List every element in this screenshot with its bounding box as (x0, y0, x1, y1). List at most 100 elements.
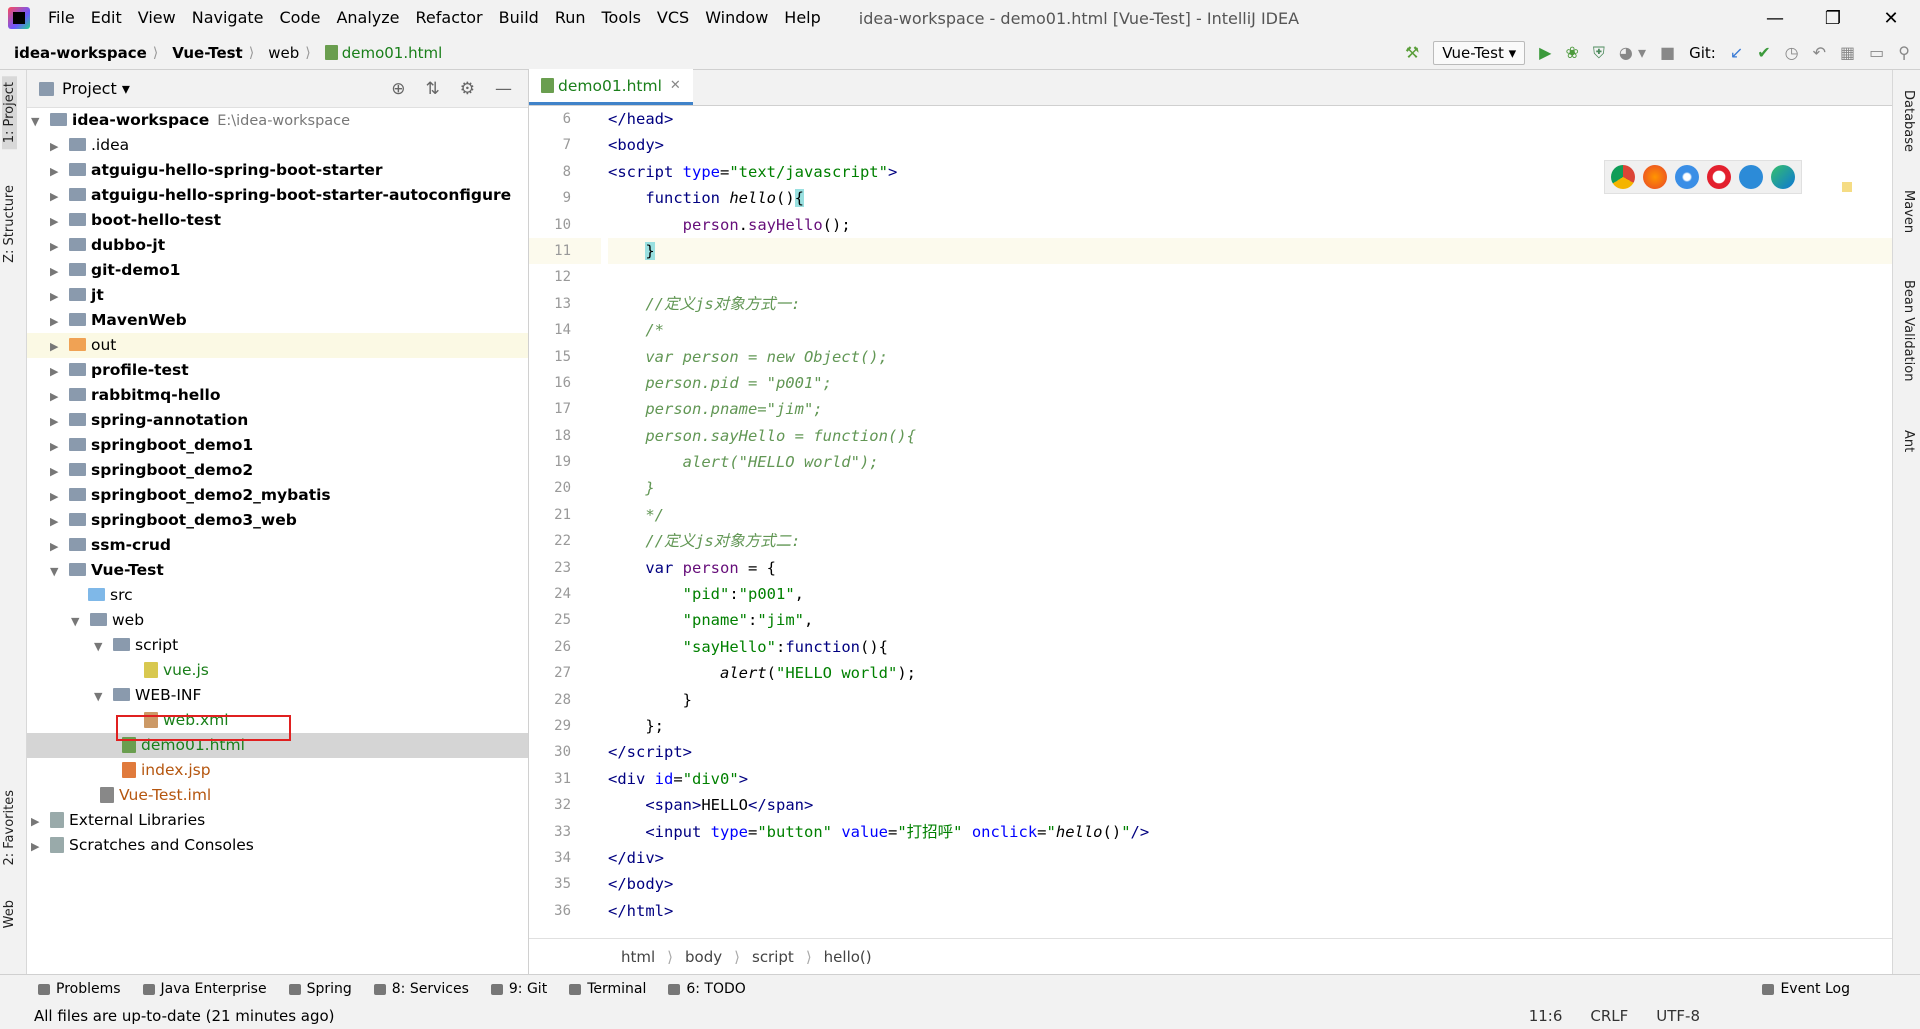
tree-item-module[interactable]: ▶ atguigu-hello-spring-boot-starter-autoc… (27, 183, 528, 208)
tree-item-out[interactable]: ▶ out (27, 333, 528, 358)
tree-item-web-inf[interactable]: ▼ WEB-INF (27, 683, 528, 708)
close-icon[interactable]: ✕ (1862, 8, 1920, 29)
git-commit-icon[interactable]: ✔ (1757, 43, 1770, 62)
stop-icon[interactable]: ■ (1660, 43, 1675, 62)
tree-item-idea[interactable]: ▶ .idea (27, 133, 528, 158)
tree-item-module[interactable]: ▶ profile-test (27, 358, 528, 383)
tree-item-iml[interactable]: Vue-Test.iml (27, 783, 528, 808)
project-view-select[interactable]: Project ▾ (62, 79, 130, 98)
tree-item-module[interactable]: ▶ MavenWeb (27, 308, 528, 333)
run-icon[interactable]: ▶ (1539, 43, 1551, 62)
git-update-icon[interactable]: ↙ (1730, 43, 1743, 62)
collapse-all-icon[interactable]: ⇅ (426, 79, 440, 99)
tree-item-module[interactable]: ▶ ssm-crud (27, 533, 528, 558)
run-config-select[interactable]: Vue-Test ▾ (1433, 40, 1526, 65)
tree-item-module[interactable]: ▶ atguigu-hello-spring-boot-starter (27, 158, 528, 183)
tree-item-vue-js[interactable]: vue.js (27, 658, 528, 683)
coverage-icon[interactable]: ⛨ (1593, 43, 1605, 63)
tab-favorites[interactable]: 2: Favorites (2, 790, 17, 866)
tree-item-module[interactable]: ▶ springboot_demo3_web (27, 508, 528, 533)
toolwindow-spring[interactable]: Spring (279, 981, 364, 997)
breadcrumb-folder[interactable]: web (254, 44, 305, 62)
breadcrumb-file[interactable]: demo01.html (311, 44, 449, 62)
editor-crumb-body[interactable]: body (673, 948, 734, 966)
toolwindow-event-log[interactable]: Event Log (1752, 981, 1920, 997)
close-tab-icon[interactable]: ✕ (670, 78, 681, 93)
edge-icon[interactable] (1771, 165, 1795, 189)
menu-view[interactable]: View (130, 0, 184, 36)
menu-analyze[interactable]: Analyze (328, 0, 407, 36)
file-encoding[interactable]: UTF-8 (1656, 1007, 1700, 1025)
tree-item-module[interactable]: ▶ springboot_demo2 (27, 458, 528, 483)
restore-icon[interactable]: ❐ (1804, 8, 1862, 29)
tree-item-module[interactable]: ▶ rabbitmq-hello (27, 383, 528, 408)
chrome-icon[interactable] (1611, 165, 1635, 189)
toolwindow-services[interactable]: 8: Services (364, 981, 481, 997)
inspection-status-icon[interactable] (1842, 182, 1852, 192)
menu-code[interactable]: Code (272, 0, 329, 36)
profile-icon[interactable]: ◕ ▾ (1619, 43, 1646, 62)
menu-window[interactable]: Window (697, 0, 776, 36)
tree-item-module[interactable]: ▶ jt (27, 283, 528, 308)
caret-position[interactable]: 11:6 (1529, 1007, 1563, 1025)
tree-item-module[interactable]: ▼ Vue-Test (27, 558, 528, 583)
editor-crumb-script[interactable]: script (740, 948, 806, 966)
menu-vcs[interactable]: VCS (649, 0, 697, 36)
line-separator[interactable]: CRLF (1590, 1007, 1628, 1025)
tab-project[interactable]: 1: Project (2, 76, 17, 150)
editor-crumb-function[interactable]: hello() (812, 948, 884, 966)
firefox-icon[interactable] (1643, 165, 1667, 189)
tree-item-module[interactable]: ▶ git-demo1 (27, 258, 528, 283)
gear-icon[interactable]: ⚙ (460, 79, 475, 99)
ie-icon[interactable] (1739, 165, 1763, 189)
project-structure-icon[interactable]: ▦ (1840, 43, 1855, 62)
tree-item-src[interactable]: src (27, 583, 528, 608)
safari-icon[interactable] (1675, 165, 1699, 189)
tree-item-module[interactable]: ▶ springboot_demo1 (27, 433, 528, 458)
opera-icon[interactable] (1707, 165, 1731, 189)
tab-ant[interactable]: Ant (1901, 430, 1916, 452)
tab-database[interactable]: Database (1901, 90, 1916, 152)
editor-crumb-html[interactable]: html (609, 948, 667, 966)
search-icon[interactable]: ⚲ (1898, 43, 1910, 62)
menu-build[interactable]: Build (491, 0, 547, 36)
hide-icon[interactable]: — (495, 79, 512, 99)
tab-bean-validation[interactable]: Bean Validation (1901, 280, 1916, 381)
menu-navigate[interactable]: Navigate (184, 0, 272, 36)
tab-structure[interactable]: Z: Structure (2, 185, 17, 263)
locate-icon[interactable]: ⊕ (391, 79, 405, 99)
toolwindow-git[interactable]: 9: Git (481, 981, 559, 997)
minimize-icon[interactable]: — (1746, 8, 1804, 29)
tree-item-module[interactable]: ▶ boot-hello-test (27, 208, 528, 233)
tree-item-external-libraries[interactable]: ▶ External Libraries (27, 808, 528, 833)
tab-web[interactable]: Web (2, 900, 17, 928)
tree-item-scratches[interactable]: ▶ Scratches and Consoles (27, 833, 528, 858)
menu-refactor[interactable]: Refactor (408, 0, 491, 36)
toolwindow-java-enterprise[interactable]: Java Enterprise (133, 981, 279, 997)
rollback-icon[interactable]: ↶ (1813, 43, 1826, 62)
editor-tab-demo01-html[interactable]: demo01.html ✕ (529, 69, 693, 105)
menu-help[interactable]: Help (776, 0, 828, 36)
menu-file[interactable]: File (40, 0, 83, 36)
git-history-icon[interactable]: ◷ (1785, 43, 1799, 62)
menu-run[interactable]: Run (547, 0, 594, 36)
menu-edit[interactable]: Edit (83, 0, 130, 36)
breadcrumb-module[interactable]: Vue-Test (158, 44, 248, 62)
status-message[interactable]: All files are up-to-date (21 minutes ago… (0, 1007, 335, 1025)
debug-icon[interactable]: ❀ (1565, 43, 1578, 62)
tab-maven[interactable]: Maven (1901, 190, 1916, 233)
breadcrumb-project[interactable]: idea-workspace (0, 44, 153, 62)
toolwindow-problems[interactable]: Problems (28, 981, 133, 997)
tree-item-module[interactable]: ▶ dubbo-jt (27, 233, 528, 258)
tree-item-index-jsp[interactable]: index.jsp (27, 758, 528, 783)
tree-root[interactable]: ▼ idea-workspace E:\idea-workspace (27, 108, 528, 133)
tree-item-module[interactable]: ▶ springboot_demo2_mybatis (27, 483, 528, 508)
tree-item-script[interactable]: ▼ script (27, 633, 528, 658)
toolwindow-todo[interactable]: 6: TODO (658, 981, 757, 997)
build-hammer-icon[interactable]: ⚒ (1405, 43, 1419, 62)
presentation-icon[interactable]: ▭ (1869, 43, 1884, 62)
code-editor[interactable]: </head> <body> <script type="text/javasc… (608, 106, 1892, 938)
tree-item-web[interactable]: ▼ web (27, 608, 528, 633)
toolwindow-terminal[interactable]: Terminal (559, 981, 658, 997)
menu-tools[interactable]: Tools (594, 0, 649, 36)
